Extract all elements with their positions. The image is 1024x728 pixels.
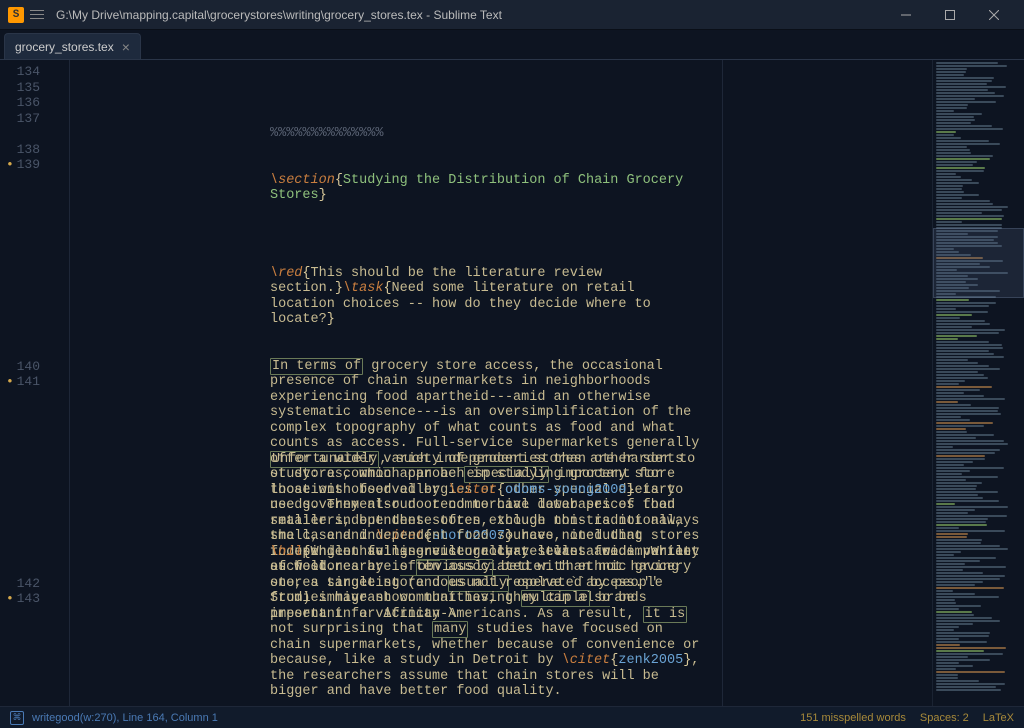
fold-gutter[interactable] (50, 60, 70, 706)
line-number: 141 (0, 374, 40, 390)
code-text: Unfortunately (270, 451, 379, 468)
status-position[interactable]: writegood(w:270), Line 164, Column 1 (32, 712, 218, 724)
code-text: While having (311, 545, 416, 560)
minimize-button[interactable] (884, 1, 928, 29)
code-text: \citet (448, 483, 497, 498)
code-text: \hil (270, 545, 302, 560)
status-spell[interactable]: 151 misspelled words (800, 712, 906, 724)
line-number: 142 (0, 576, 40, 592)
code-text: In terms of (270, 358, 363, 375)
line-number: 136 (0, 95, 40, 111)
line-number: 137 (0, 111, 40, 127)
line-number: 138 (0, 142, 40, 158)
code-text: it is (643, 606, 688, 623)
window-title: G:\My Drive\mapping.capital\grocerystore… (56, 8, 884, 22)
titlebar: S G:\My Drive\mapping.capital\grocerysto… (0, 0, 1024, 30)
code-editor[interactable]: %%%%%%%%%%%%%% \section{Studying the Dis… (70, 60, 932, 706)
code-text: \red (270, 266, 302, 281)
line-number-gutter[interactable]: 134 135 136 137 138 139 140 141 142 143 (0, 60, 50, 706)
code-text: \citet (562, 653, 611, 668)
tab-bar: grocery_stores.tex × (0, 30, 1024, 60)
code-text: multiple (521, 590, 590, 607)
code-text: %%%%%%%%%%%%%% (270, 126, 383, 141)
code-text: obviously (416, 559, 493, 576)
maximize-button[interactable] (928, 1, 972, 29)
close-button[interactable] (972, 1, 1016, 29)
code-text: not (473, 576, 497, 592)
code-text: odoms-young2009 (505, 483, 627, 498)
line-number: 140 (0, 359, 40, 375)
tab-label: grocery_stores.tex (15, 40, 114, 54)
status-bar: ⌘ writegood(w:270), Line 164, Column 1 1… (0, 706, 1024, 728)
status-indent[interactable]: Spaces: 2 (920, 712, 969, 724)
line-number: 135 (0, 80, 40, 96)
minimap-viewport[interactable] (933, 228, 1024, 298)
console-icon[interactable]: ⌘ (10, 711, 24, 725)
app-icon: S (8, 7, 24, 23)
line-number: 139 (0, 157, 40, 173)
code-text: \task (343, 281, 384, 296)
line-number: 134 (0, 64, 40, 80)
tab-file[interactable]: grocery_stores.tex × (4, 33, 141, 59)
code-text: many (432, 621, 468, 638)
menu-icon[interactable] (30, 7, 46, 23)
close-icon[interactable]: × (122, 39, 130, 55)
minimap[interactable] (932, 60, 1024, 706)
editor-area: 134 135 136 137 138 139 140 141 142 143 … (0, 60, 1024, 706)
ruler-line (722, 60, 723, 706)
line-number: 143 (0, 591, 40, 607)
code-text: \section (270, 173, 335, 188)
status-syntax[interactable]: LaTeX (983, 712, 1014, 724)
code-text: zenk2005 (618, 653, 683, 668)
